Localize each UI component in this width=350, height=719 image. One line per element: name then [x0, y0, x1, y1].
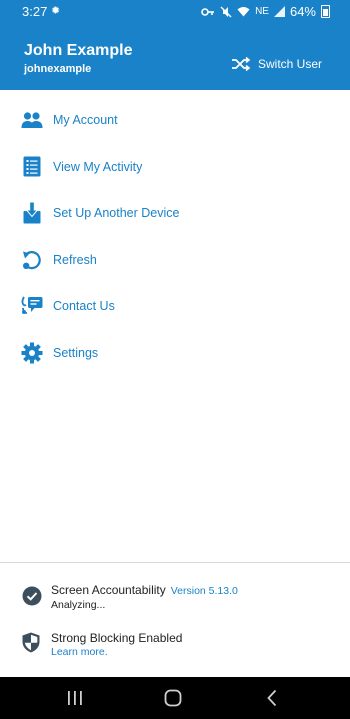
network-type-label: NE	[255, 6, 269, 17]
main-menu: My Account View My Activity Set Up Anoth…	[0, 97, 350, 376]
blocking-title: Strong Blocking Enabled	[51, 631, 183, 645]
blocking-status: Strong Blocking Enabled Learn more.	[0, 627, 350, 663]
mute-icon	[220, 6, 232, 17]
home-icon[interactable]	[164, 689, 182, 712]
users-icon	[20, 108, 44, 132]
refresh-icon	[20, 248, 44, 272]
status-settings-icon: ✹	[51, 5, 61, 17]
menu-item-refresh[interactable]: Refresh	[0, 237, 350, 284]
accountability-status-text: Analyzing...	[51, 599, 106, 611]
status-time: 3:27	[22, 4, 48, 19]
menu-item-my-account[interactable]: My Account	[0, 97, 350, 144]
check-circle-icon	[22, 586, 42, 611]
signal-icon	[273, 6, 285, 17]
accountability-title-row: Screen Accountability Version 5.13.0	[51, 583, 238, 597]
menu-label-settings: Settings	[53, 345, 99, 360]
battery-icon	[321, 5, 330, 18]
shield-icon	[22, 632, 40, 658]
battery-percent: 64%	[289, 4, 316, 19]
status-icons: NE 64%	[201, 4, 330, 19]
contact-chat-icon	[20, 294, 44, 318]
switch-user-button[interactable]: Switch User	[231, 57, 322, 71]
learn-more-link[interactable]: Learn more.	[51, 646, 108, 658]
download-device-icon	[20, 201, 44, 225]
back-icon[interactable]	[266, 689, 278, 712]
recent-apps-icon[interactable]	[66, 691, 84, 710]
accountability-status: Screen Accountability Version 5.13.0 Anal…	[0, 580, 350, 616]
status-bar: 3:27 ✹ NE 64%	[0, 0, 350, 24]
user-display-name: John Example	[24, 42, 133, 59]
menu-item-view-activity[interactable]: View My Activity	[0, 144, 350, 191]
wifi-icon	[237, 7, 250, 17]
user-username: johnexample	[24, 63, 92, 75]
menu-item-contact-us[interactable]: Contact Us	[0, 283, 350, 330]
menu-label-contact-us: Contact Us	[53, 299, 115, 314]
menu-label-my-account: My Account	[53, 113, 118, 128]
menu-label-refresh: Refresh	[53, 252, 97, 267]
footer-divider	[0, 562, 350, 563]
switch-user-label: Switch User	[257, 57, 322, 71]
accountability-title: Screen Accountability	[51, 583, 166, 597]
menu-label-view-activity: View My Activity	[53, 159, 143, 174]
vpn-key-icon	[201, 7, 215, 16]
menu-item-setup-device[interactable]: Set Up Another Device	[0, 190, 350, 237]
user-header: John Example johnexample Switch User	[0, 24, 350, 90]
activity-list-icon	[20, 155, 44, 179]
app-version: Version 5.13.0	[170, 585, 238, 597]
menu-label-setup-device: Set Up Another Device	[53, 206, 180, 221]
gear-icon	[20, 341, 44, 365]
menu-item-settings[interactable]: Settings	[0, 330, 350, 377]
system-navigation-bar	[0, 677, 350, 719]
shuffle-icon	[231, 57, 251, 71]
